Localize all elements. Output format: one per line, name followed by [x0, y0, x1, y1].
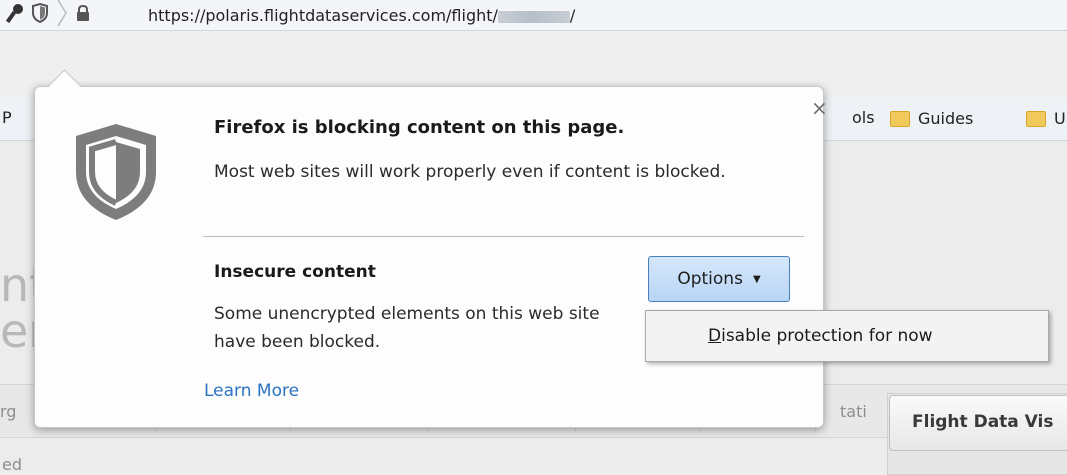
options-button[interactable]: Options ▼: [648, 256, 790, 302]
redacted-id: [497, 10, 570, 23]
learn-more-link[interactable]: Learn More: [204, 381, 299, 401]
url-prefix: https://polaris.flightdataservices.com/f…: [148, 6, 498, 25]
popup-title: Firefox is blocking content on this page…: [214, 117, 625, 138]
popup-description: Most web sites will work properly even i…: [214, 162, 726, 182]
bookmark-item-guides[interactable]: Guides: [890, 109, 973, 128]
chevron-right-icon: [56, 0, 68, 30]
column-header-org: rg: [0, 402, 17, 421]
url-suffix: /: [569, 6, 576, 25]
shield-icon[interactable]: [32, 2, 48, 27]
shield-icon: [68, 120, 164, 228]
bookmark-item-p[interactable]: P: [2, 108, 12, 127]
menu-item-mnemonic: D: [708, 326, 722, 346]
identity-area[interactable]: [0, 0, 90, 30]
page-text-fragment: ed: [2, 455, 22, 474]
bookmark-item-u[interactable]: U: [1026, 109, 1066, 128]
bookmark-item-tools[interactable]: ols: [852, 108, 875, 127]
flight-data-vis-label: Flight Data Vis: [912, 412, 1054, 432]
folder-icon: [1026, 110, 1046, 127]
folder-icon: [890, 110, 910, 127]
insecure-content-title: Insecure content: [214, 262, 376, 282]
url-field[interactable]: https://polaris.flightdataservices.com/f…: [148, 6, 575, 25]
popup-divider: [203, 236, 804, 237]
insecure-content-description: Some unencrypted elements on this web si…: [214, 304, 600, 352]
disable-protection-menu-item[interactable]: Disable protection for now: [660, 316, 1044, 356]
menu-item-label: isable protection for now: [721, 326, 933, 346]
column-header-status: tati: [840, 402, 867, 421]
options-label: Options: [677, 269, 743, 289]
caret-down-icon: ▼: [752, 273, 761, 285]
close-icon[interactable]: ×: [811, 96, 828, 120]
lock-icon: [76, 4, 90, 25]
key-icon[interactable]: [5, 2, 24, 28]
